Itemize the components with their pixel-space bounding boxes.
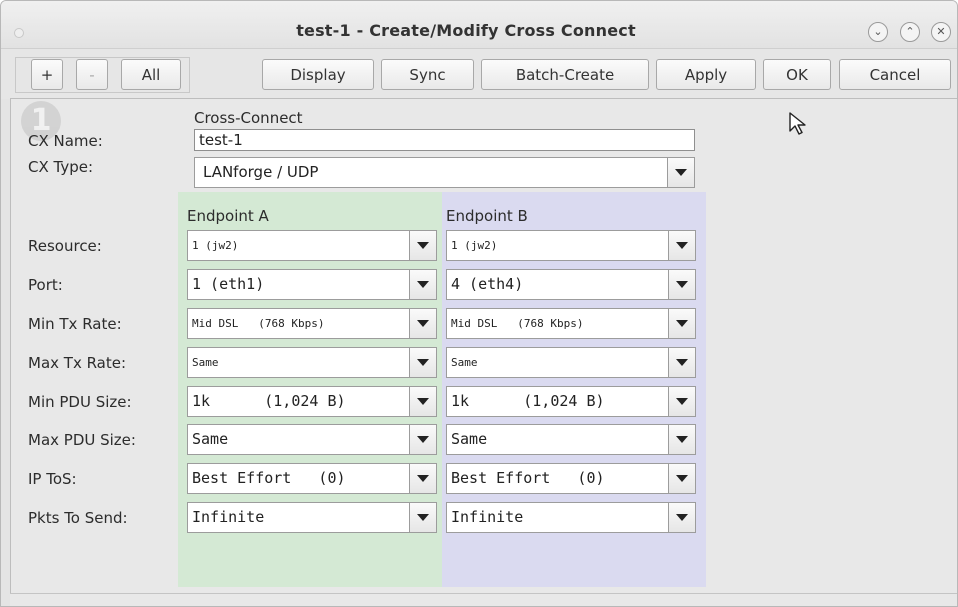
min-tx-rate-label: Min Tx Rate: [28,315,122,333]
cx-name-input[interactable]: test-1 [194,129,695,151]
batch-create-button[interactable]: Batch-Create [481,59,649,90]
endpoint-a-header: Endpoint A [187,207,269,225]
min-tx-rate-a-select[interactable]: Mid DSL (768 Kbps) [187,308,437,339]
minimize-icon[interactable]: ⌄ [868,22,888,42]
max-pdu-size-label: Max PDU Size: [28,431,136,449]
chevron-down-icon[interactable] [409,231,436,260]
pkts-to-send-a-value: Infinite [192,508,265,526]
max-tx-rate-b-select[interactable]: Same [446,347,696,378]
window-title: test-1 - Create/Modify Cross Connect [296,21,636,40]
chevron-down-icon[interactable] [409,464,436,493]
min-tx-rate-b-value: Mid DSL (768 Kbps) [451,317,584,330]
pkts-to-send-b-value: Infinite [451,508,524,526]
chevron-down-icon[interactable] [409,309,436,338]
close-icon[interactable]: ✕ [931,22,951,42]
port-a-value: 1 (eth1) [192,275,265,293]
cross-connect-dialog: test-1 - Create/Modify Cross Connect ⌄ ⌃… [0,0,958,607]
maximize-icon[interactable]: ⌃ [900,22,920,42]
max-tx-rate-a-select[interactable]: Same [187,347,437,378]
cx-name-label: CX Name: [28,132,103,150]
section-title: Cross-Connect [194,109,303,127]
endpoint-b-header: Endpoint B [446,207,528,225]
apply-button[interactable]: Apply [656,59,756,90]
display-button[interactable]: Display [262,59,374,90]
resource-a-select[interactable]: 1 (jw2) [187,230,437,261]
ip-tos-a-value: Best Effort (0) [192,469,346,487]
max-tx-rate-label: Max Tx Rate: [28,354,127,372]
resource-b-value: 1 (jw2) [451,239,498,252]
min-pdu-size-label: Min PDU Size: [28,393,132,411]
chevron-down-icon[interactable] [668,464,695,493]
all-button[interactable]: All [121,59,181,90]
title-bar[interactable]: test-1 - Create/Modify Cross Connect ⌄ ⌃… [1,1,957,49]
ok-button[interactable]: OK [763,59,831,90]
chevron-down-icon[interactable] [668,270,695,299]
port-b-value: 4 (eth4) [451,275,524,293]
min-tx-rate-b-select[interactable]: Mid DSL (768 Kbps) [446,308,696,339]
resource-a-value: 1 (jw2) [192,239,239,252]
panel-footer [10,593,957,606]
port-b-select[interactable]: 4 (eth4) [446,269,696,300]
port-label: Port: [28,276,63,294]
min-tx-rate-a-value: Mid DSL (768 Kbps) [192,317,325,330]
pkts-to-send-label: Pkts To Send: [28,509,128,527]
cx-type-label: CX Type: [28,158,94,176]
chevron-down-icon[interactable] [668,231,695,260]
chevron-down-icon[interactable] [668,309,695,338]
max-pdu-size-a-value: Same [192,430,229,448]
sync-button[interactable]: Sync [381,59,474,90]
port-a-select[interactable]: 1 (eth1) [187,269,437,300]
ip-tos-label: IP ToS: [28,470,77,488]
chevron-down-icon[interactable] [668,348,695,377]
resource-label: Resource: [28,237,102,255]
remove-button[interactable]: - [76,59,108,90]
chevron-down-icon[interactable] [668,425,695,454]
min-pdu-size-a-select[interactable]: 1k (1,024 B) [187,386,437,417]
chevron-down-icon[interactable] [668,387,695,416]
min-pdu-size-b-select[interactable]: 1k (1,024 B) [446,386,696,417]
ip-tos-b-value: Best Effort (0) [451,469,605,487]
toolbar: + - All Display Sync Batch-Create Apply … [1,49,957,99]
cancel-button[interactable]: Cancel [839,59,951,90]
chevron-down-icon[interactable] [409,348,436,377]
min-pdu-size-a-value: 1k (1,024 B) [192,392,346,410]
chevron-down-icon[interactable] [409,503,436,532]
resource-b-select[interactable]: 1 (jw2) [446,230,696,261]
chevron-down-icon[interactable] [668,503,695,532]
max-tx-rate-a-value: Same [192,356,219,369]
chevron-down-icon[interactable] [409,425,436,454]
cx-type-value: LANforge / UDP [203,163,319,181]
max-tx-rate-b-value: Same [451,356,478,369]
chevron-down-icon[interactable] [409,387,436,416]
chevron-down-icon[interactable] [667,158,694,187]
ip-tos-b-select[interactable]: Best Effort (0) [446,463,696,494]
pkts-to-send-b-select[interactable]: Infinite [446,502,696,533]
max-pdu-size-a-select[interactable]: Same [187,424,437,455]
min-pdu-size-b-value: 1k (1,024 B) [451,392,605,410]
add-button[interactable]: + [31,59,63,90]
max-pdu-size-b-value: Same [451,430,488,448]
mouse-pointer-icon [789,112,806,135]
cx-type-select[interactable]: LANforge / UDP [194,157,695,188]
chevron-down-icon[interactable] [409,270,436,299]
ip-tos-a-select[interactable]: Best Effort (0) [187,463,437,494]
pkts-to-send-a-select[interactable]: Infinite [187,502,437,533]
max-pdu-size-b-select[interactable]: Same [446,424,696,455]
